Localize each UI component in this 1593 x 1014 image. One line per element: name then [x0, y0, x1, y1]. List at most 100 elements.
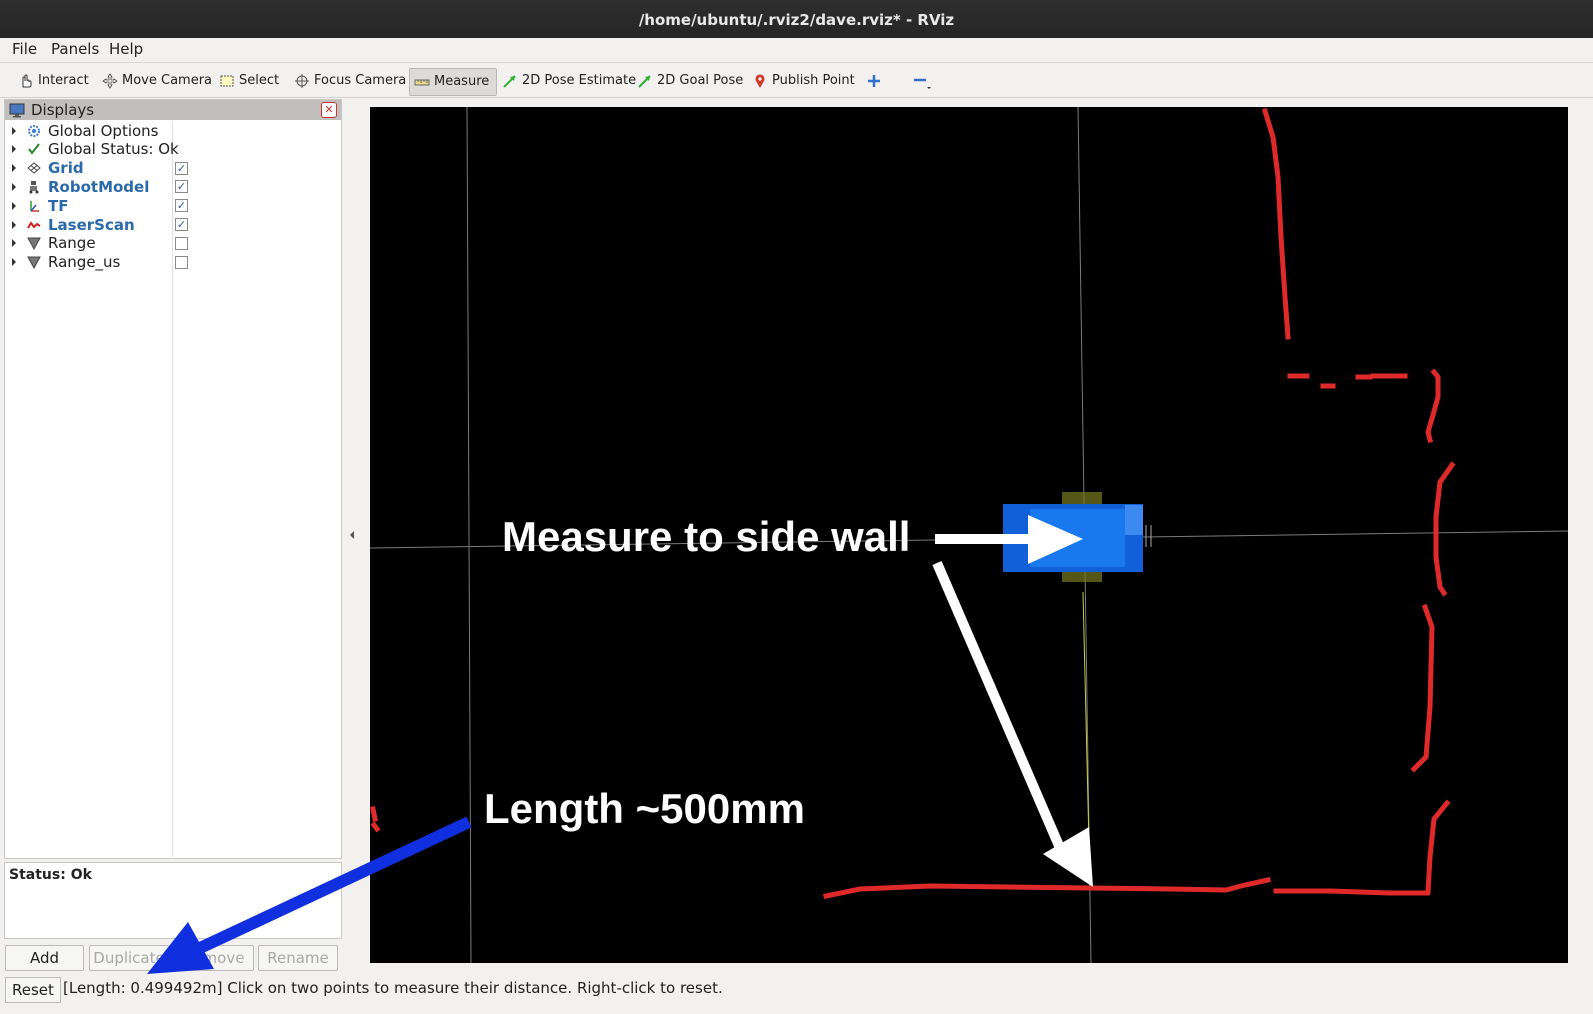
menu-help[interactable]: Help [109, 40, 143, 58]
displays-title: Displays [31, 101, 95, 119]
pose-estimate-label: 2D Pose Estimate [522, 73, 637, 88]
minus-icon [914, 78, 931, 89]
selection-box-icon [220, 75, 234, 87]
pose-estimate-tool-button[interactable]: 2D Pose Estimate [498, 68, 640, 94]
focus-crosshair-icon [295, 74, 309, 88]
grid-icon [26, 160, 42, 176]
display-item-label: Global Status: Ok [48, 140, 179, 159]
expand-arrow-icon[interactable] [12, 258, 16, 267]
move-arrows-icon [102, 73, 118, 89]
laser-scan [370, 107, 1456, 899]
viewport-canvas[interactable] [370, 107, 1568, 963]
laser-wall-corner [1425, 368, 1441, 444]
publish-point-tool-button[interactable]: Publish Point [748, 68, 859, 94]
display-item-checkbox[interactable]: ✓ [175, 199, 188, 213]
laser-wall-left-bits [370, 806, 381, 833]
laser-wall-top-segment [1287, 373, 1408, 389]
goal-pose-label: 2D Goal Pose [657, 73, 744, 88]
expand-arrow-icon[interactable] [12, 164, 16, 173]
green-arrow-icon [503, 75, 516, 88]
monitor-icon [9, 103, 25, 117]
display-item-grid[interactable]: Grid ✓ [5, 159, 335, 178]
remove-button[interactable]: Remove [174, 945, 254, 971]
display-item-checkbox[interactable] [175, 236, 188, 250]
expand-arrow-icon[interactable] [12, 182, 16, 191]
select-label: Select [239, 73, 280, 88]
laser-wall-right-upper [1261, 107, 1291, 340]
display-item-label: LaserScan [48, 215, 135, 234]
display-item-robotmodel[interactable]: RobotModel ✓ [5, 177, 335, 196]
display-item-checkbox[interactable] [175, 255, 188, 269]
laser-wall-right-lower [1410, 603, 1435, 773]
robot-icon [26, 179, 42, 195]
robot-chassis [1030, 509, 1125, 567]
ruler-icon [414, 79, 430, 86]
display-item-label: Grid [48, 159, 84, 178]
add-tool-button[interactable] [862, 68, 886, 94]
robot-model [1003, 492, 1152, 582]
expand-arrow-icon[interactable] [12, 201, 16, 210]
publish-point-label: Publish Point [772, 73, 855, 88]
hand-pointer-icon [22, 74, 32, 88]
display-item-label: RobotModel [48, 177, 150, 196]
collapse-panel-arrow-icon[interactable] [350, 531, 354, 539]
window-title-bar: /home/ubuntu/.rviz2/dave.rviz* - RViz [0, 0, 1593, 38]
robot-sensor [1125, 505, 1143, 535]
expand-arrow-icon[interactable] [12, 145, 16, 154]
display-item-range-us[interactable]: Range_us [5, 253, 335, 272]
interact-tool-button[interactable]: Interact [14, 68, 93, 94]
display-item-label: Global Options [48, 121, 159, 140]
menu-file[interactable]: File [12, 40, 37, 58]
measure-tool-button[interactable]: Measure [409, 68, 497, 96]
display-item-global-status-ok[interactable]: Global Status: Ok [5, 140, 335, 159]
display-item-label: Range [48, 234, 96, 253]
displays-panel: Displays ✕ Global Options Global Status: … [4, 99, 342, 859]
axes-icon [26, 198, 42, 214]
display-item-checkbox[interactable]: ✓ [175, 161, 188, 175]
menu-panels[interactable]: Panels [51, 40, 99, 58]
expand-arrow-icon[interactable] [12, 126, 16, 135]
close-panel-button[interactable]: ✕ [321, 102, 337, 118]
focus-camera-tool-button[interactable]: Focus Camera [290, 68, 410, 94]
focus-camera-label: Focus Camera [314, 73, 407, 88]
displays-header: Displays [5, 100, 341, 120]
laser-wall-right-bottom [1425, 799, 1451, 895]
remove-tool-button[interactable] [908, 68, 936, 94]
display-item-checkbox[interactable]: ✓ [175, 180, 188, 194]
display-item-laserscan[interactable]: LaserScan ✓ [5, 215, 335, 234]
display-item-label: Range_us [48, 253, 121, 272]
move-camera-tool-button[interactable]: Move Camera [98, 68, 216, 94]
move-camera-label: Move Camera [122, 73, 213, 88]
close-icon: ✕ [324, 103, 334, 116]
expand-arrow-icon[interactable] [12, 239, 16, 248]
display-item-label: TF [48, 196, 69, 215]
display-item-range[interactable]: Range [5, 234, 335, 253]
display-item-tf[interactable]: TF ✓ [5, 196, 335, 215]
plus-icon [868, 75, 880, 87]
cone-icon [26, 254, 42, 270]
expand-arrow-icon[interactable] [12, 220, 16, 229]
select-tool-button[interactable]: Select [215, 68, 283, 94]
gear-icon [26, 123, 42, 139]
robot-tf-axes [1145, 525, 1152, 547]
menu-bar: File Panels Help [0, 38, 1593, 63]
status-text: Status: Ok [9, 867, 92, 883]
measure-label: Measure [434, 74, 490, 89]
display-item-global-options[interactable]: Global Options [5, 121, 335, 140]
check-icon [26, 141, 42, 157]
status-message: [Length: 0.499492m] Click on two points … [63, 979, 723, 997]
render-viewport[interactable] [370, 107, 1568, 963]
duplicate-button[interactable]: Duplicate [89, 945, 169, 971]
interact-label: Interact [38, 73, 89, 88]
green-arrow-icon [638, 75, 651, 88]
cone-icon [26, 235, 42, 251]
reset-button[interactable]: Reset [5, 977, 61, 1003]
tool-bar: Interact Move Camera Select Focus Camera… [0, 63, 1593, 153]
grid-line [370, 530, 1568, 549]
window-title: /home/ubuntu/.rviz2/dave.rviz* - RViz [638, 11, 955, 29]
goal-pose-tool-button[interactable]: 2D Goal Pose [633, 68, 747, 94]
display-item-checkbox[interactable]: ✓ [175, 218, 188, 231]
add-button[interactable]: Add [5, 945, 84, 971]
grid-line [466, 107, 472, 963]
rename-button[interactable]: Rename [258, 945, 338, 971]
